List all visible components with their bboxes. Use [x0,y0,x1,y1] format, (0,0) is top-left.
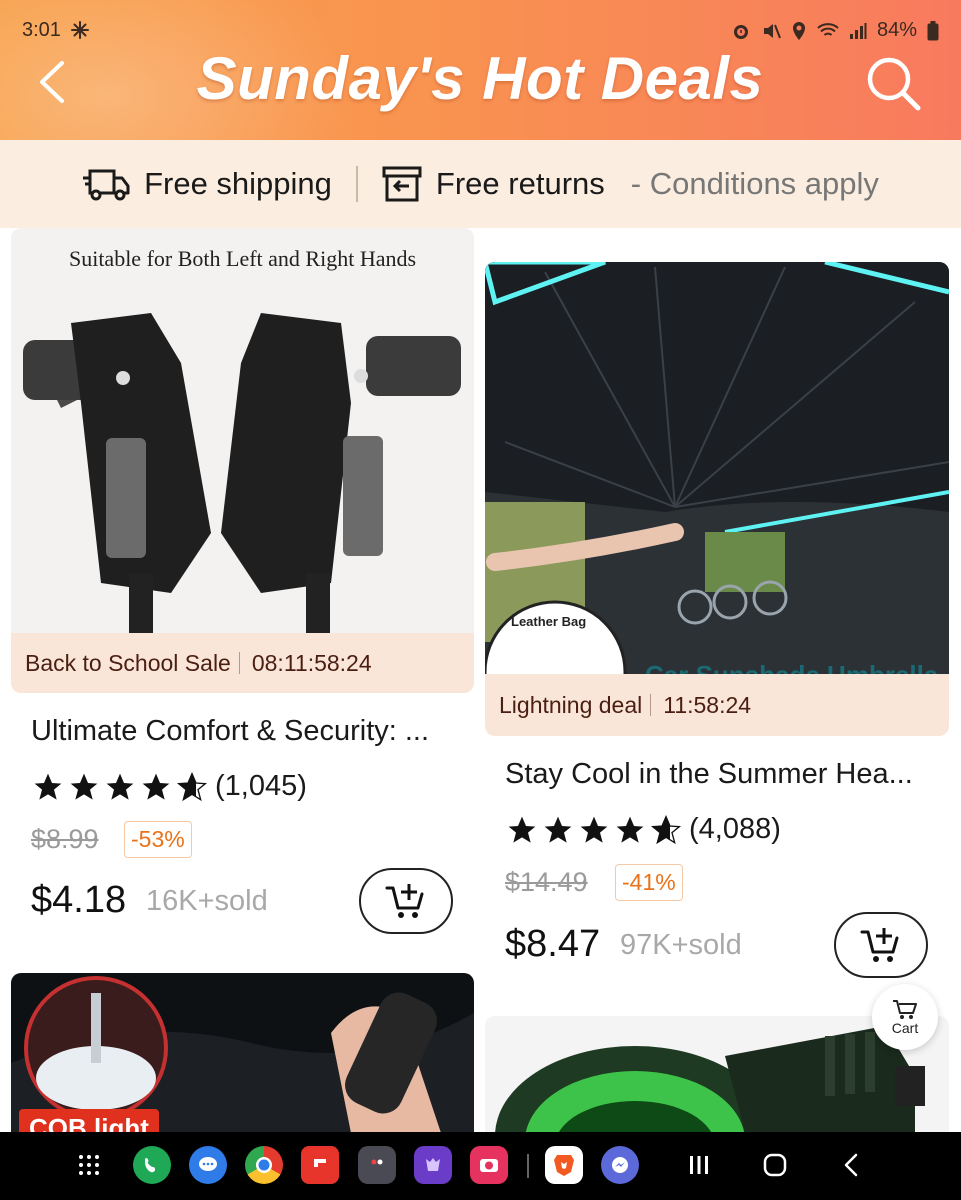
messenger-app-icon[interactable] [601,1146,639,1184]
mute-icon [761,21,781,41]
brave-app-icon[interactable] [545,1146,583,1184]
page-title: Sunday's Hot Deals [196,45,764,112]
rating-stars [31,771,209,803]
add-to-cart-button[interactable] [359,868,453,934]
review-count: (1,045) [215,770,307,802]
free-returns-label: Free returns [435,166,605,201]
star-icon [34,773,62,800]
floating-cart-button[interactable]: Cart [872,984,938,1050]
return-box-icon [382,166,422,202]
rating-stars [505,814,683,846]
star-icon [616,816,644,843]
original-price: $14.49 [505,867,588,897]
image-banner: Car Sunshade Umbrella [645,660,938,674]
benefits-bar[interactable]: Free shipping Free returns - Conditions … [0,140,961,228]
weather-icon [70,20,90,46]
image-caption: Leather Bag [511,614,587,629]
phone-app-icon[interactable] [133,1146,171,1184]
product-title[interactable]: Stay Cool in the Summer Hea... [505,758,935,791]
search-button[interactable] [862,52,926,116]
back-nav-button[interactable] [832,1146,870,1184]
conditions-note: - Conditions apply [630,166,879,201]
sold-count: 97K+sold [620,929,742,961]
home-button[interactable] [756,1146,794,1184]
add-to-cart-icon [385,884,424,918]
original-price: $8.99 [31,824,99,854]
wifi-icon [817,21,839,41]
chrome-app-icon[interactable] [245,1146,283,1184]
recents-button[interactable] [680,1146,718,1184]
rating: (4,088) [505,813,781,846]
image-caption: Suitable for Both Left and Right Hands [68,246,417,271]
cart-label: Cart [891,1020,919,1036]
android-nav-bar [0,1132,961,1200]
status-icons: 84% [731,19,939,42]
flipboard-app-icon[interactable] [301,1146,339,1184]
add-to-cart-button[interactable] [834,912,928,978]
product-card-sunshade[interactable]: Leather Bag Car Sunshade Umbrella Lightn… [485,262,949,982]
star-icon [70,773,98,800]
messages-app-icon[interactable] [189,1146,227,1184]
review-count: (4,088) [689,813,781,845]
product-title[interactable]: Ultimate Comfort & Security: ... [31,715,461,748]
product-image[interactable]: Leather Bag Car Sunshade Umbrella [485,262,949,674]
discount-badge: -41% [615,864,683,901]
star-icon [544,816,572,843]
sale-price: $4.18 [31,879,127,921]
rating: (1,045) [31,770,307,803]
chevron-left-icon [40,61,64,103]
camera-app-icon[interactable] [470,1146,508,1184]
sale-price: $8.47 [505,923,601,965]
battery-level: 84% [876,19,917,41]
deal-timer: 08:11:58:24 [251,649,372,676]
product-card-holster[interactable]: Suitable for Both Left and Right Hands B… [11,228,474,948]
free-returns: Free returns - Conditions apply [382,166,879,202]
star-half-icon [176,771,208,801]
cart-icon [893,1000,917,1019]
folder-app-icon[interactable] [358,1146,396,1184]
free-shipping: Free shipping [82,166,332,202]
free-shipping-label: Free shipping [144,166,332,201]
battery-icon [927,20,939,41]
product-image[interactable]: Suitable for Both Left and Right Hands [11,228,474,633]
deal-label: Lightning deal [499,691,643,718]
alarm-icon [731,21,751,41]
discount-badge: -53% [124,821,192,858]
benefits-divider [355,166,358,202]
add-to-cart-icon [860,928,899,962]
signal-icon [849,22,867,40]
deal-separator [238,652,240,674]
status-time: 3:01 [22,19,61,41]
game-app-icon[interactable] [414,1146,452,1184]
star-icon [106,773,134,800]
header: 3:01 84% Sunday's Hot Deals [0,0,961,140]
truck-icon [83,169,130,201]
deal-bar: Lightning deal 11:58:24 [485,674,949,736]
nav-separator [527,1154,529,1178]
star-icon [142,773,170,800]
product-card-flashlight[interactable]: COB light [11,973,474,1132]
deal-timer: 11:58:24 [663,691,752,718]
search-icon [867,57,921,111]
location-icon [791,21,807,41]
app-drawer-icon[interactable] [70,1146,108,1184]
deal-bar: Back to School Sale 08:11:58:24 [11,633,474,693]
deal-separator [650,694,652,716]
star-icon [580,816,608,843]
back-button[interactable] [30,56,74,108]
sold-count: 16K+sold [146,885,268,917]
deal-label: Back to School Sale [25,649,231,676]
cob-light-badge: COB light [19,1109,159,1132]
star-icon [508,816,536,843]
star-half-icon [650,814,682,844]
